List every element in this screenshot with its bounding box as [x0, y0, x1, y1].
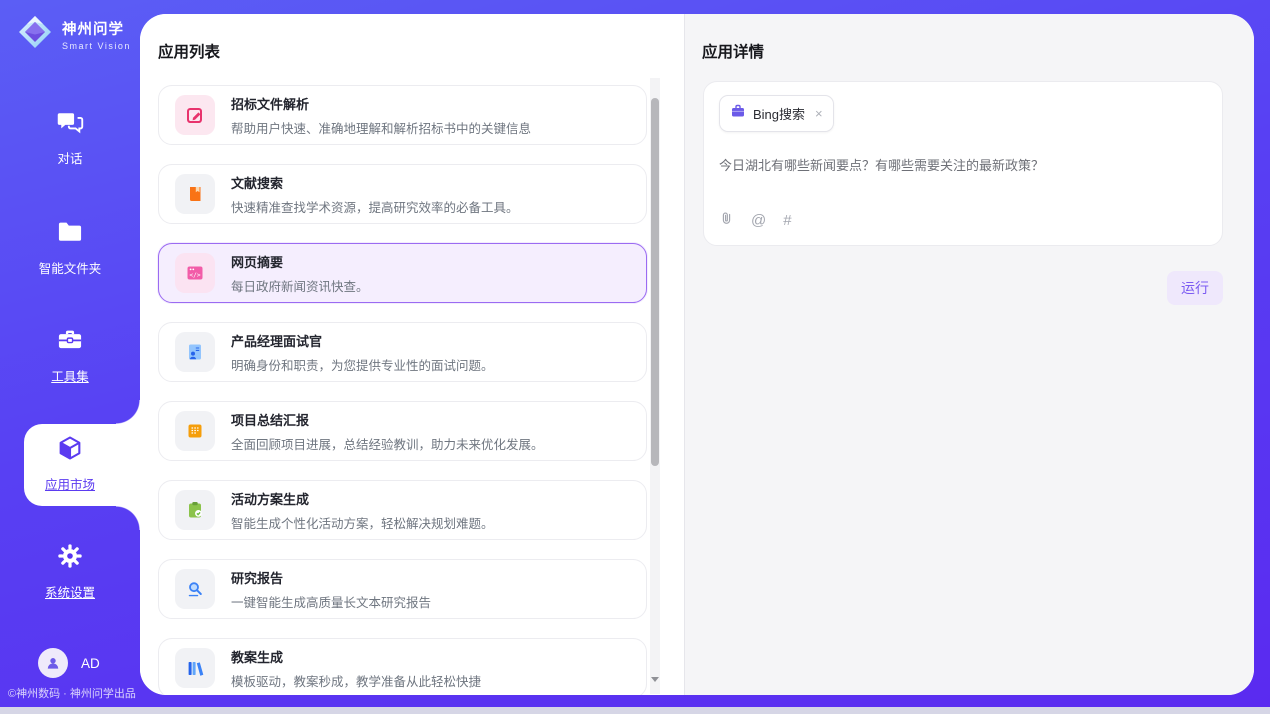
app-card-title: 活动方案生成: [231, 489, 494, 508]
hash-icon[interactable]: #: [783, 213, 791, 228]
research-magnifier-icon: [175, 569, 215, 609]
app-card-description: 全面回顾项目进展，总结经验教训，助力未来优化发展。: [231, 434, 544, 453]
sidebar-item-label: 对话: [57, 148, 82, 167]
sidebar-item-label: 应用市场: [45, 474, 95, 493]
folder-icon: [56, 218, 84, 251]
sidebar-item-settings[interactable]: 系统设置: [0, 542, 140, 601]
app-card-description: 每日政府新闻资讯快查。: [231, 276, 369, 295]
tool-chip-bing-search[interactable]: Bing搜索 ×: [719, 95, 834, 132]
app-card-pm-interviewer[interactable]: 产品经理面试官 明确身份和职责，为您提供专业性的面试问题。: [158, 322, 647, 382]
desktop-edge-strip: [0, 707, 1270, 714]
app-card-title: 教案生成: [231, 647, 481, 666]
app-card-title: 产品经理面试官: [231, 331, 494, 350]
scroll-down-icon[interactable]: [651, 682, 659, 690]
input-toolbar: @ #: [719, 210, 1207, 231]
app-card-bid-parsing[interactable]: 招标文件解析 帮助用户快速、准确地理解和解析招标书中的关键信息: [158, 85, 647, 145]
main-content: 应用列表 招标文件解析 帮助用户快速、准确地理解和解析招标书中的关键信息: [140, 14, 1254, 695]
app-card-literature-search[interactable]: 文献搜索 快速精准查找学术资源，提高研究效率的必备工具。: [158, 164, 647, 224]
run-button[interactable]: 运行: [1167, 271, 1223, 305]
app-card-description: 明确身份和职责，为您提供专业性的面试问题。: [231, 355, 494, 374]
sidebar-item-chat[interactable]: 对话: [0, 108, 140, 167]
paperclip-icon[interactable]: [719, 210, 734, 231]
app-card-description: 模板驱动，教案秒成，教学准备从此轻松快捷: [231, 671, 481, 690]
app-card-description: 快速精准查找学术资源，提高研究效率的必备工具。: [231, 197, 519, 216]
user-avatar-icon: [44, 654, 62, 672]
sidebar: 神州问学 Smart Vision 对话 智能文件夹: [0, 0, 140, 707]
app-detail-panel: 应用详情 Bing搜索 × 今日湖北有哪些新闻要点？有哪些需要关注的最新政策？: [684, 14, 1254, 695]
app-card-description: 帮助用户快速、准确地理解和解析招标书中的关键信息: [231, 118, 531, 137]
copyright-footer: ©神州数码 · 神州问学出品: [8, 685, 136, 701]
sidebar-item-app-market[interactable]: 应用市场: [0, 434, 140, 493]
edit-document-icon: [175, 95, 215, 135]
briefcase-icon: [730, 103, 746, 124]
cube-icon: [56, 434, 84, 467]
app-list-title: 应用列表: [158, 40, 220, 62]
app-subtitle: Smart Vision: [62, 41, 131, 51]
app-card-title: 招标文件解析: [231, 94, 531, 113]
app-card-title: 网页摘要: [231, 252, 369, 271]
app-card-title: 研究报告: [231, 568, 431, 587]
app-card-web-summary[interactable]: </> 网页摘要 每日政府新闻资讯快查。: [158, 243, 647, 303]
scroll-up-icon[interactable]: [651, 82, 659, 90]
book-icon: [175, 174, 215, 214]
app-list-scrollbar[interactable]: [650, 78, 660, 694]
logo-diamond-icon: [16, 13, 54, 56]
prompt-input-card[interactable]: Bing搜索 × 今日湖北有哪些新闻要点？有哪些需要关注的最新政策？ @ #: [703, 81, 1223, 246]
tool-chip-label: Bing搜索: [753, 104, 805, 123]
app-list-panel: 应用列表 招标文件解析 帮助用户快速、准确地理解和解析招标书中的关键信息: [140, 14, 684, 695]
app-logo: 神州问学 Smart Vision: [16, 13, 131, 56]
close-icon[interactable]: ×: [815, 106, 823, 121]
scrollbar-thumb[interactable]: [651, 98, 659, 466]
interview-document-icon: [175, 332, 215, 372]
bump-corner-top: [116, 400, 140, 424]
sidebar-item-label: 智能文件夹: [39, 258, 102, 277]
chat-icon: [56, 108, 84, 141]
toolbox-icon: [56, 326, 84, 359]
at-icon[interactable]: @: [751, 213, 766, 228]
bump-corner-bottom: [116, 506, 140, 530]
avatar: [38, 648, 68, 678]
clipboard-check-icon: [175, 490, 215, 530]
account-name: AD: [81, 656, 100, 671]
sidebar-item-label: 系统设置: [45, 582, 95, 601]
gear-icon: [56, 542, 84, 575]
sidebar-item-smart-folder[interactable]: 智能文件夹: [0, 218, 140, 277]
prompt-text[interactable]: 今日湖北有哪些新闻要点？有哪些需要关注的最新政策？: [719, 155, 1207, 174]
books-icon: [175, 648, 215, 688]
app-card-list: 招标文件解析 帮助用户快速、准确地理解和解析招标书中的关键信息 文献搜索 快速精…: [158, 85, 647, 695]
sidebar-item-toolset[interactable]: 工具集: [0, 326, 140, 385]
app-title: 神州问学: [62, 18, 131, 39]
account-button[interactable]: AD: [38, 648, 100, 678]
sidebar-item-label: 工具集: [51, 366, 89, 385]
app-card-research-report[interactable]: 研究报告 一键智能生成高质量长文本研究报告: [158, 559, 647, 619]
browser-code-icon: </>: [175, 253, 215, 293]
app-card-description: 智能生成个性化活动方案，轻松解决规划难题。: [231, 513, 494, 532]
logo-text: 神州问学 Smart Vision: [62, 18, 131, 51]
note-icon: [175, 411, 215, 451]
app-card-title: 项目总结汇报: [231, 410, 544, 429]
app-card-title: 文献搜索: [231, 173, 519, 192]
app-card-lesson-plan[interactable]: 教案生成 模板驱动，教案秒成，教学准备从此轻松快捷: [158, 638, 647, 695]
app-card-event-plan[interactable]: 活动方案生成 智能生成个性化活动方案，轻松解决规划难题。: [158, 480, 647, 540]
app-card-description: 一键智能生成高质量长文本研究报告: [231, 592, 431, 611]
svg-text:</>: </>: [189, 272, 200, 279]
app-card-project-summary[interactable]: 项目总结汇报 全面回顾项目进展，总结经验教训，助力未来优化发展。: [158, 401, 647, 461]
app-detail-title: 应用详情: [702, 40, 764, 62]
